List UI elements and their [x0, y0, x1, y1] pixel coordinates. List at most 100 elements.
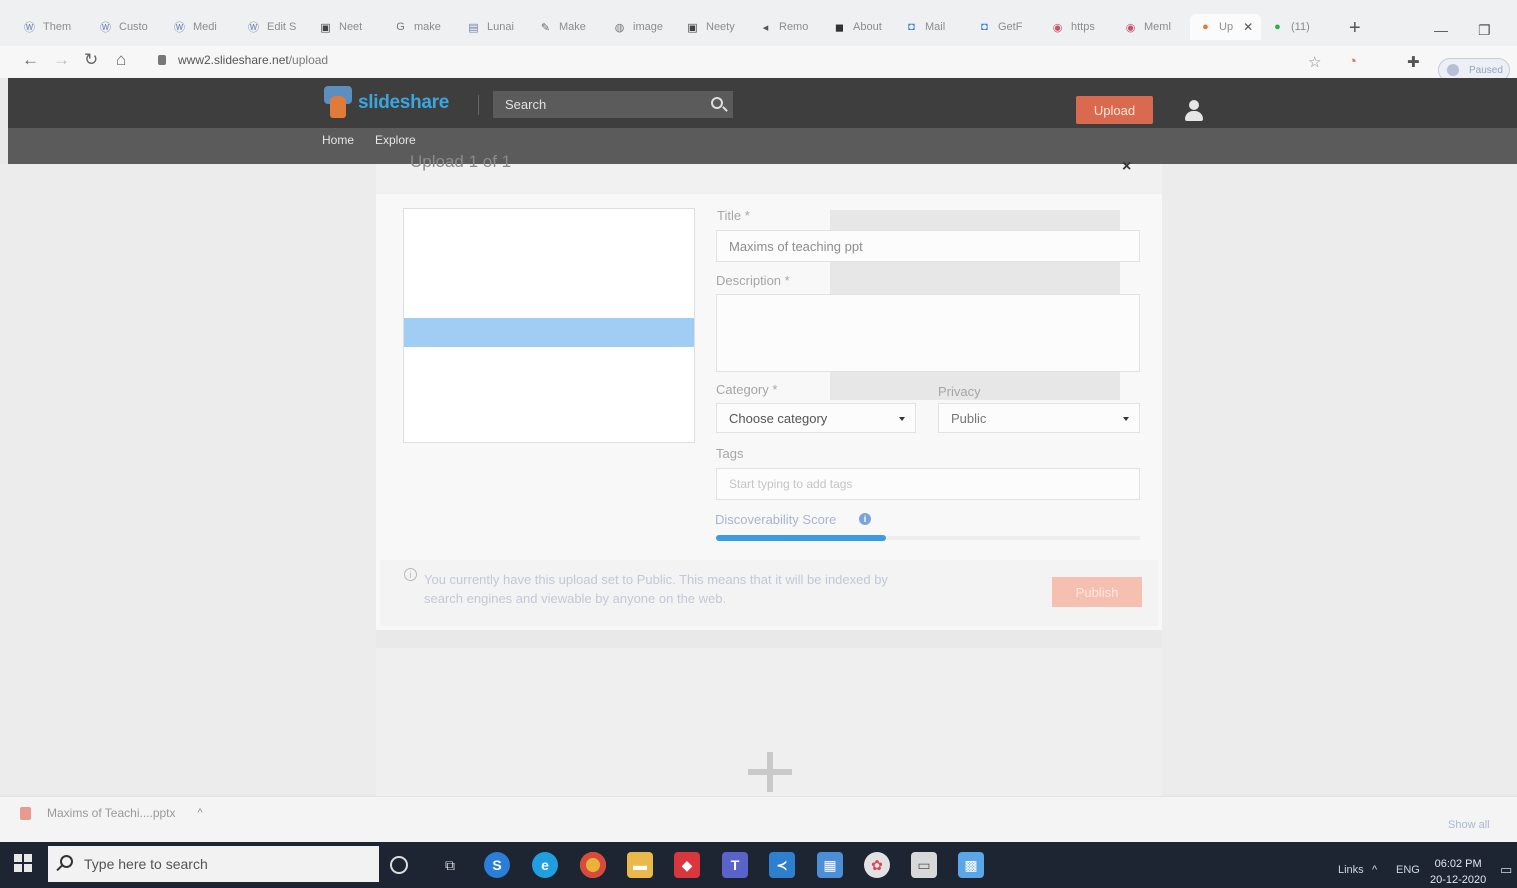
search-input[interactable]: Search: [493, 91, 733, 118]
document-icon: ▣: [320, 21, 331, 34]
info-icon[interactable]: i: [859, 513, 871, 525]
description-field[interactable]: [716, 294, 1140, 372]
info-circle-icon: i: [404, 568, 417, 581]
slideshare-logo-icon: [322, 86, 354, 120]
tab-lunai[interactable]: ▤ Lunai: [466, 14, 514, 40]
skype-icon[interactable]: S: [484, 852, 510, 878]
tab-whatsapp[interactable]: ● (11): [1270, 14, 1310, 40]
tab-edit[interactable]: Ⓦ Edit S: [246, 14, 296, 40]
cortana-icon[interactable]: [390, 856, 408, 874]
chrome-icon[interactable]: [580, 852, 606, 878]
add-file-icon-bar[interactable]: [748, 769, 792, 775]
publish-button[interactable]: Publish: [1052, 577, 1142, 607]
wordpress-icon: Ⓦ: [24, 22, 35, 34]
title-field[interactable]: Maxims of teaching ppt: [716, 230, 1140, 262]
page-background-right: [1162, 164, 1517, 794]
paint-icon[interactable]: ✿: [864, 852, 890, 878]
whatsapp-icon: ●: [1274, 21, 1281, 33]
category-label: Category *: [716, 382, 778, 397]
anydesk-icon[interactable]: ◆: [674, 852, 700, 878]
puzzle-icon[interactable]: ✚: [1407, 53, 1420, 71]
title-label: Title *: [717, 208, 750, 223]
extension-badge-icon[interactable]: ◔: [1348, 53, 1357, 70]
nav-home[interactable]: Home: [322, 133, 354, 147]
privacy-select[interactable]: Public: [938, 403, 1140, 433]
vscode-icon[interactable]: ≺: [769, 852, 795, 878]
restore-icon[interactable]: ❐: [1478, 22, 1491, 39]
wordpress-icon: Ⓦ: [174, 22, 185, 34]
tab-medi[interactable]: Ⓦ Medi: [172, 14, 217, 40]
tab-getf[interactable]: ◘ GetF: [977, 14, 1022, 40]
url-field[interactable]: www2.slideshare.net/upload: [158, 53, 328, 67]
tab-neet[interactable]: ▣ Neet: [318, 14, 362, 40]
nav-explore[interactable]: Explore: [375, 133, 416, 147]
download-item[interactable]: Maxims of Teachi....pptx ^: [20, 806, 203, 820]
image-icon: ▤: [468, 21, 479, 34]
close-icon[interactable]: ×: [1122, 158, 1131, 176]
upload-button[interactable]: Upload: [1076, 96, 1153, 124]
slide-thumbnail: [403, 208, 695, 443]
sub-navigation: [8, 128, 1517, 164]
tab-remo[interactable]: ◂ Remo: [758, 14, 809, 40]
wordpress-icon: Ⓦ: [100, 22, 111, 34]
teams-icon[interactable]: T: [722, 852, 748, 878]
minimize-icon[interactable]: —: [1434, 22, 1448, 38]
tab-mail[interactable]: ◘ Mail: [904, 14, 945, 40]
description-label: Description *: [716, 273, 790, 288]
chevron-up-icon[interactable]: ^: [198, 807, 203, 819]
tab-about[interactable]: ◼ About: [832, 14, 882, 40]
tray-links[interactable]: Links: [1338, 864, 1364, 876]
discoverability-bar: [716, 535, 886, 541]
tab-them[interactable]: Ⓦ Them: [22, 14, 71, 40]
privacy-label: Privacy: [938, 384, 981, 399]
notepad-icon[interactable]: ▭: [911, 852, 937, 878]
category-select[interactable]: Choose category: [716, 403, 916, 433]
windows-start-icon[interactable]: [14, 854, 32, 872]
chevron-down-icon: [899, 417, 905, 421]
tab-custo[interactable]: Ⓦ Custo: [98, 14, 148, 40]
download-bar: [0, 796, 1517, 842]
forward-icon[interactable]: →: [53, 50, 70, 70]
tab-make-tool[interactable]: ✎ Make: [538, 14, 586, 40]
store-icon[interactable]: ▦: [817, 852, 843, 878]
tab-https[interactable]: ◉ https: [1050, 14, 1095, 40]
user-icon[interactable]: [1184, 100, 1204, 122]
slideshare-logo[interactable]: slideshare: [322, 86, 449, 120]
pptx-file-icon: [20, 806, 31, 820]
globe-icon: ◍: [614, 21, 625, 34]
tab-image[interactable]: ◍ image: [612, 14, 663, 40]
mail-icon: ◘: [908, 21, 915, 33]
tags-input[interactable]: Start typing to add tags: [716, 468, 1140, 500]
lock-icon: [158, 55, 166, 65]
chevron-down-icon: [1123, 417, 1129, 421]
star-icon[interactable]: ☆: [1308, 53, 1321, 71]
show-all-link[interactable]: Show all: [1448, 819, 1490, 831]
back-icon[interactable]: ←: [22, 50, 39, 70]
tab-upload-active[interactable]: ● Up ✕: [1190, 14, 1262, 40]
close-tab-icon[interactable]: ✕: [1243, 20, 1253, 34]
taskbar-search-input[interactable]: Type here to search: [48, 846, 379, 882]
home-icon[interactable]: ⌂: [116, 50, 126, 70]
privacy-notice-text: You currently have this upload set to Pu…: [424, 572, 888, 606]
tray-language[interactable]: ENG: [1396, 864, 1420, 876]
reload-icon[interactable]: ↻: [84, 50, 98, 70]
taskbar-clock[interactable]: 06:02 PM 20-12-2020: [1430, 856, 1486, 888]
header-divider: [478, 95, 479, 115]
photos-icon[interactable]: ▩: [958, 852, 984, 878]
tab-neety[interactable]: ▣ Neety: [685, 14, 734, 40]
panel-title: Upload 1 of 1: [410, 152, 512, 171]
notifications-icon[interactable]: ▭: [1500, 862, 1512, 878]
search-icon: [60, 855, 73, 868]
task-view-icon[interactable]: ⧉: [437, 852, 463, 878]
chevron-up-icon[interactable]: ^: [1372, 864, 1377, 876]
arrow-icon: ◂: [762, 21, 769, 34]
thumbnail-highlight-bar: [404, 318, 694, 347]
new-tab-button[interactable]: +: [1349, 18, 1361, 38]
wrench-icon: ✎: [540, 21, 551, 34]
edge-icon[interactable]: e: [532, 852, 558, 878]
circle-icon: ◉: [1125, 21, 1136, 34]
file-explorer-icon[interactable]: ▬: [627, 852, 653, 878]
search-icon[interactable]: [711, 97, 723, 109]
tab-meml[interactable]: ◉ Meml: [1123, 14, 1171, 40]
tab-make-google[interactable]: Gmake: [393, 14, 441, 40]
